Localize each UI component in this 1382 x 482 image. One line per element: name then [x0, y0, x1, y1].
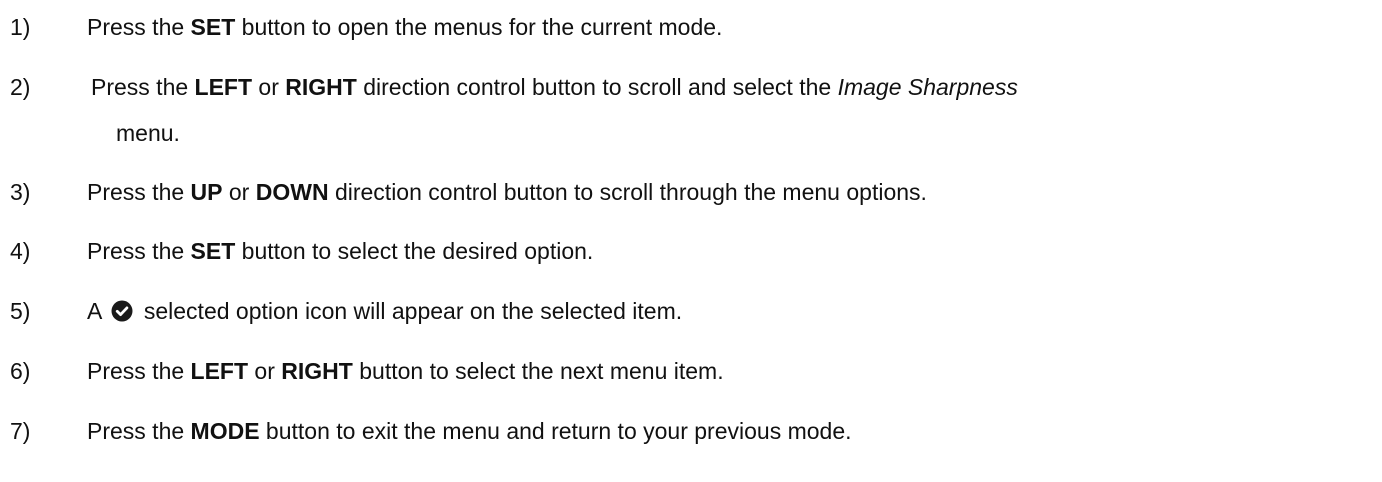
step-text: A selected option icon will appear on th… [87, 298, 683, 324]
step-text: Press the SET button to select the desir… [87, 238, 594, 264]
step-text: Press the UP or DOWN direction control b… [87, 179, 927, 205]
step-number: 7) [10, 418, 31, 444]
step-2-continuation: menu. [116, 120, 180, 146]
step-number: 1) [10, 14, 31, 40]
check-circle-icon [111, 300, 133, 322]
step-text: Press the MODE button to exit the menu a… [87, 418, 852, 444]
step-number: 2) [10, 74, 31, 100]
step-text: Press the LEFT or RIGHT direction contro… [91, 74, 1018, 100]
step-number: 3) [10, 179, 31, 205]
step-text: Press the SET button to open the menus f… [87, 14, 723, 40]
step-text: Press the LEFT or RIGHT button to select… [87, 358, 724, 384]
step-number: 4) [10, 238, 31, 264]
step-number: 5) [10, 298, 31, 324]
instruction-steps: 1) Press the SET button to open the menu… [0, 0, 1382, 482]
step-number: 6) [10, 358, 31, 384]
